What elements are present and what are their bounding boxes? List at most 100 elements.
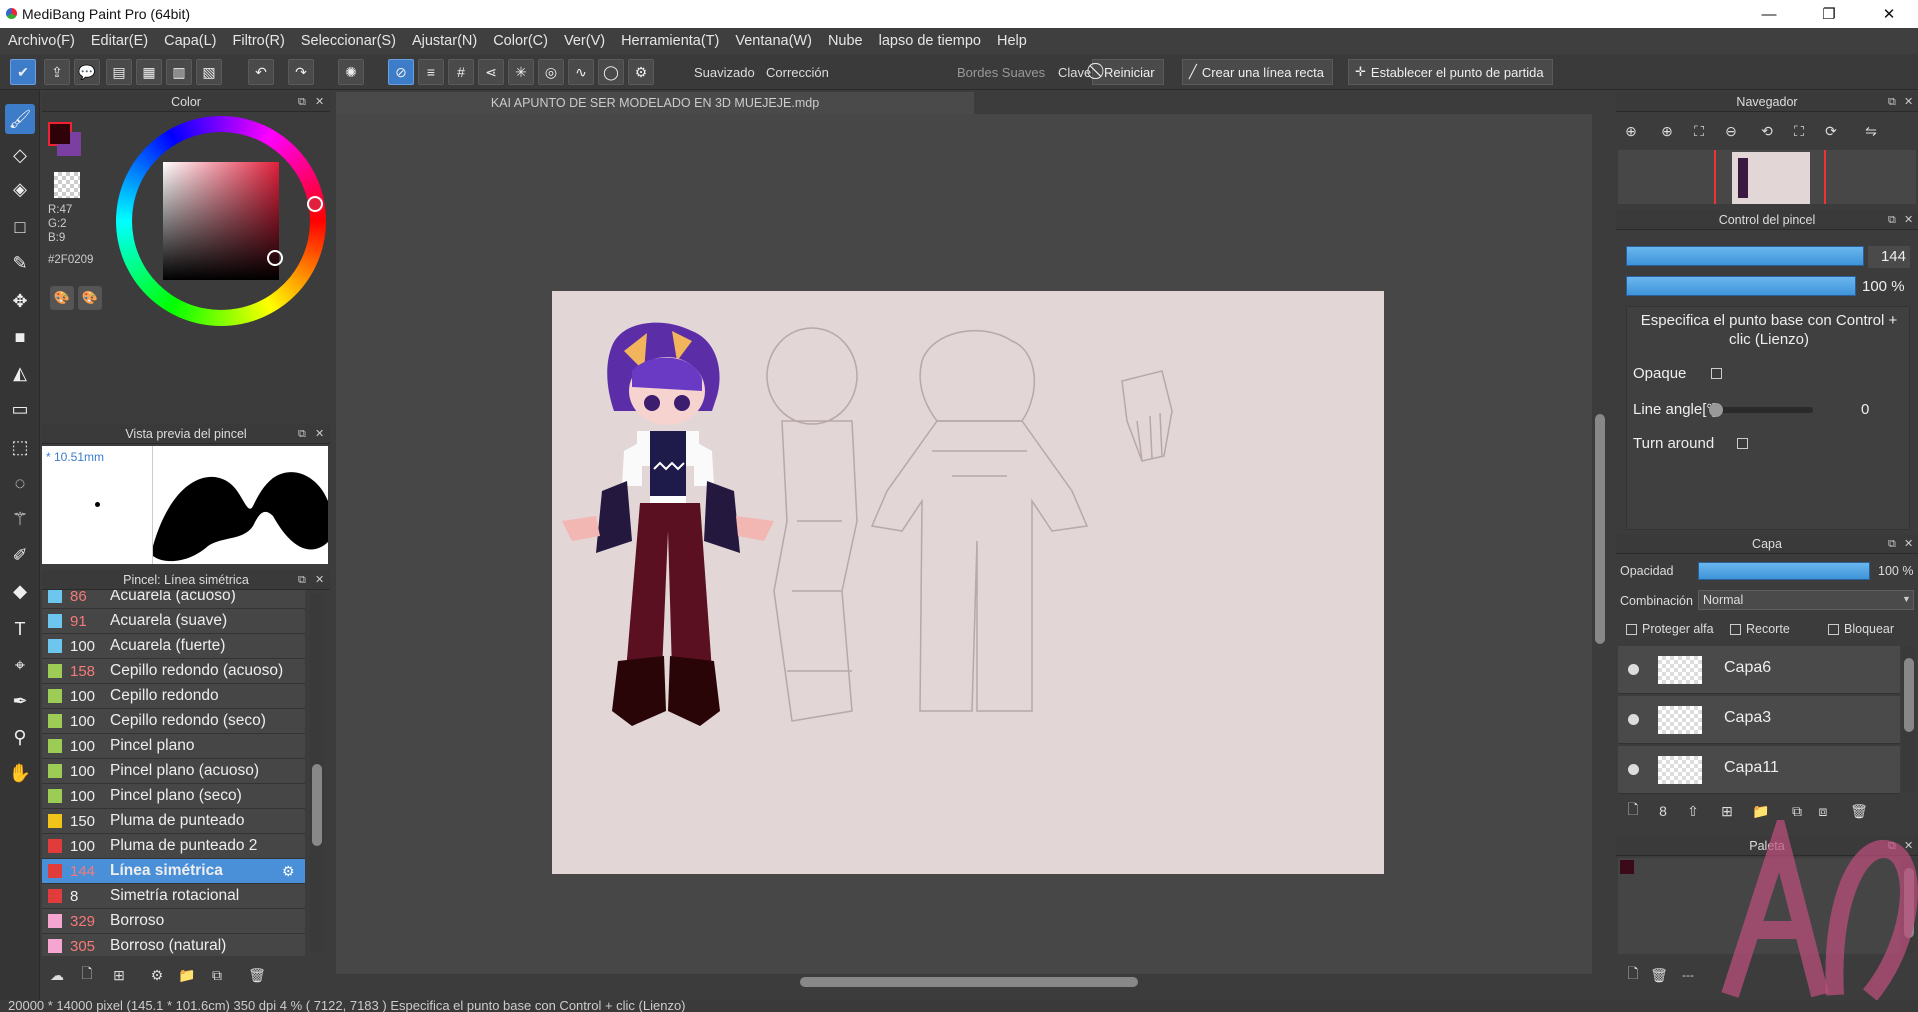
menu-capa[interactable]: Capa(L) bbox=[164, 33, 216, 49]
curve-snap-icon[interactable]: ∿ bbox=[568, 59, 594, 85]
palette-icon[interactable]: 🎨 bbox=[50, 286, 74, 310]
saturation-square[interactable] bbox=[163, 162, 279, 280]
brush-item[interactable]: 100 Cepillo redondo bbox=[42, 684, 305, 709]
brush-list-scrollbar[interactable] bbox=[310, 594, 324, 952]
new-halftone-layer-icon[interactable]: 8 bbox=[1652, 800, 1674, 822]
navigator-preview[interactable] bbox=[1618, 150, 1916, 204]
dot-eraser-icon[interactable]: ◈ bbox=[5, 174, 35, 204]
select-eraser-icon[interactable]: ◆ bbox=[5, 576, 35, 606]
panel-close-icon[interactable]: ✕ bbox=[1904, 534, 1913, 554]
zoom-out-icon[interactable]: ⊖ bbox=[1720, 120, 1742, 142]
brush-item[interactable]: 100 Pincel plano (seco) bbox=[42, 784, 305, 809]
divide-tool-icon[interactable]: ⌖ bbox=[5, 650, 35, 680]
brush-tool-icon[interactable]: 🖌 bbox=[5, 104, 35, 134]
folder-icon[interactable]: 📁 bbox=[176, 964, 198, 986]
canvas-hscroll[interactable] bbox=[336, 974, 1592, 990]
undock-icon[interactable]: ⧉ bbox=[1888, 534, 1896, 554]
brush-item[interactable]: 86 Acuarela (acuoso) bbox=[42, 590, 305, 609]
undock-icon[interactable]: ⧉ bbox=[298, 570, 306, 590]
trash-icon[interactable]: 🗑 bbox=[1848, 800, 1870, 822]
duplicate-icon[interactable]: ⧉ bbox=[206, 964, 228, 986]
panel-close-icon[interactable]: ✕ bbox=[1904, 92, 1913, 112]
menu-archivo[interactable]: Archivo(F) bbox=[8, 33, 75, 49]
undo-icon[interactable]: ↶ bbox=[248, 59, 274, 85]
canvas-hscroll-thumb[interactable] bbox=[800, 977, 1138, 987]
new-palette-icon[interactable]: 🗋 bbox=[1622, 964, 1644, 986]
straight-line-button[interactable]: ╱ Crear una línea recta bbox=[1182, 59, 1333, 85]
text-tool-icon[interactable]: T bbox=[5, 614, 35, 644]
maximize-button[interactable]: ❐ bbox=[1800, 0, 1858, 28]
palette-swatch[interactable] bbox=[1620, 860, 1634, 874]
brush-item[interactable]: 329 Borroso bbox=[42, 909, 305, 934]
brush-settings-icon[interactable]: ⚙ bbox=[282, 863, 295, 880]
turn-around-checkbox[interactable] bbox=[1737, 438, 1748, 449]
rotate-right-icon[interactable]: ⟳ bbox=[1820, 120, 1842, 142]
hand-tool-icon[interactable]: ✋ bbox=[5, 758, 35, 788]
panel-close-icon[interactable]: ✕ bbox=[315, 92, 324, 112]
menu-ventana[interactable]: Ventana(W) bbox=[735, 33, 812, 49]
menu-ver[interactable]: Ver(V) bbox=[564, 33, 605, 49]
brush-list-scroll-thumb[interactable] bbox=[312, 764, 322, 846]
layer-row[interactable]: Capa3 bbox=[1618, 696, 1900, 744]
canvas-vscroll-thumb[interactable] bbox=[1595, 414, 1605, 644]
comment-icon[interactable]: 💬 bbox=[74, 59, 100, 85]
cloud-brush-icon[interactable]: ☁ bbox=[46, 964, 68, 986]
magic-wand-icon[interactable]: ⚚ bbox=[5, 504, 35, 534]
snap-off-icon[interactable]: ⊘ bbox=[388, 59, 414, 85]
cross-snap-icon[interactable]: # bbox=[448, 59, 474, 85]
brush-item[interactable]: 8 Simetría rotacional bbox=[42, 884, 305, 909]
undock-icon[interactable]: ⧉ bbox=[298, 92, 306, 112]
brush-item[interactable]: 150 Pluma de punteado bbox=[42, 809, 305, 834]
select-rect-icon[interactable]: ⬚ bbox=[5, 432, 35, 462]
brush-item[interactable]: 100 Acuarela (fuerte) bbox=[42, 634, 305, 659]
menu-editar[interactable]: Editar(E) bbox=[91, 33, 148, 49]
radial-snap-icon[interactable]: ✳ bbox=[508, 59, 534, 85]
brush-item[interactable]: 100 Pluma de punteado 2 bbox=[42, 834, 305, 859]
eyedropper-icon[interactable]: ✒ bbox=[5, 686, 35, 716]
brush-item[interactable]: 100 Pincel plano bbox=[42, 734, 305, 759]
menu-seleccionar[interactable]: Seleccionar(S) bbox=[301, 33, 396, 49]
menu-herramienta[interactable]: Herramienta(T) bbox=[621, 33, 719, 49]
eye-icon[interactable] bbox=[1628, 664, 1639, 675]
select-pen-icon[interactable]: ✐ bbox=[5, 540, 35, 570]
layout-icon[interactable]: ▧ bbox=[196, 59, 222, 85]
cloud-check-icon[interactable]: ✔ bbox=[10, 59, 36, 85]
palette-edit-icon[interactable]: 🎨 bbox=[78, 286, 102, 310]
move-tool-icon[interactable]: ✥ bbox=[5, 286, 35, 316]
layer-row[interactable]: Capa11 bbox=[1618, 746, 1900, 794]
folder-icon[interactable]: 📁 bbox=[1750, 800, 1772, 822]
layer-row[interactable]: Capa6 bbox=[1618, 646, 1900, 694]
trash-icon[interactable]: 🗑 bbox=[1648, 964, 1670, 986]
menu-color[interactable]: Color(C) bbox=[493, 33, 548, 49]
grid-icon[interactable]: ▥ bbox=[166, 59, 192, 85]
panel-close-icon[interactable]: ✕ bbox=[315, 424, 324, 444]
import-layer-icon[interactable]: ⇧ bbox=[1682, 800, 1704, 822]
add-brush-icon[interactable]: ⊞ bbox=[108, 964, 130, 986]
brush-item[interactable]: 305 Borroso (natural) bbox=[42, 934, 305, 956]
layers-scroll-thumb[interactable] bbox=[1904, 658, 1914, 732]
brush-size-slider[interactable] bbox=[1626, 246, 1864, 266]
blend-select[interactable]: Normal bbox=[1698, 590, 1914, 610]
protect-alpha-checkbox[interactable] bbox=[1626, 624, 1637, 635]
duplicate-layer-icon[interactable]: ⧉ bbox=[1786, 800, 1808, 822]
line-angle-track[interactable] bbox=[1711, 407, 1813, 413]
saturation-handle[interactable] bbox=[267, 250, 283, 266]
menu-lapso[interactable]: lapso de tiempo bbox=[879, 33, 981, 49]
transparent-swatch[interactable] bbox=[54, 172, 80, 198]
lock-checkbox[interactable] bbox=[1828, 624, 1839, 635]
panel-close-icon[interactable]: ✕ bbox=[315, 570, 324, 590]
brush-item[interactable]: 100 Pincel plano (acuoso) bbox=[42, 759, 305, 784]
new-layer-icon[interactable]: 🗋 bbox=[1622, 800, 1644, 822]
vanishing-snap-icon[interactable]: ⋖ bbox=[478, 59, 504, 85]
pipette-icon[interactable]: ⚲ bbox=[5, 722, 35, 752]
merge-layer-icon[interactable]: ⧈ bbox=[1812, 800, 1834, 822]
undock-icon[interactable]: ⧉ bbox=[1888, 92, 1896, 112]
panel-close-icon[interactable]: ✕ bbox=[1904, 210, 1913, 230]
layer-opacity-slider[interactable] bbox=[1698, 562, 1870, 580]
redo-icon[interactable]: ↷ bbox=[288, 59, 314, 85]
layers-scrollbar[interactable] bbox=[1902, 646, 1916, 792]
new-brush-icon[interactable]: 🗋 bbox=[76, 964, 98, 986]
hue-handle[interactable] bbox=[307, 196, 323, 212]
close-button[interactable]: ✕ bbox=[1860, 0, 1918, 28]
zoom-in-plus-icon[interactable]: ⊕ bbox=[1656, 120, 1678, 142]
